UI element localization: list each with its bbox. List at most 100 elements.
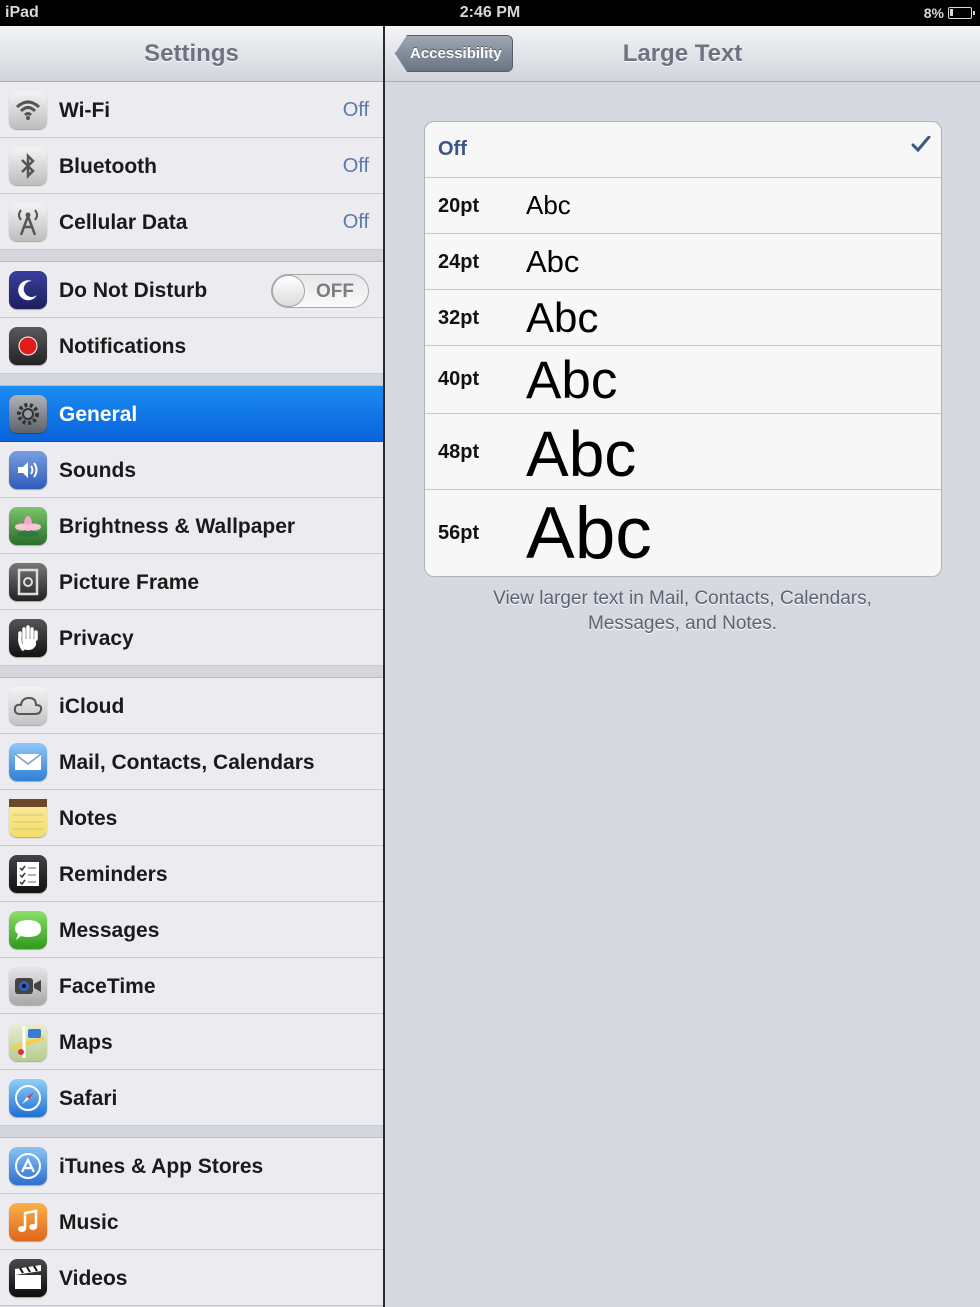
option-24pt[interactable]: 24pt Abc xyxy=(425,234,941,290)
group-separator xyxy=(0,374,383,386)
settings-row-general[interactable]: General xyxy=(0,386,383,442)
footer-caption: View larger text in Mail, Contacts, Cale… xyxy=(385,586,980,636)
settings-row-label: Notifications xyxy=(59,335,187,358)
settings-row-label: iCloud xyxy=(59,695,125,718)
settings-row-picture-frame[interactable]: Picture Frame xyxy=(0,554,383,610)
settings-row-mail-contacts-calendars[interactable]: Mail, Contacts, Calendars xyxy=(0,734,383,790)
settings-row-safari[interactable]: Safari xyxy=(0,1070,383,1126)
settings-row-notes[interactable]: Notes xyxy=(0,790,383,846)
caption-line-2: Messages, and Notes. xyxy=(587,613,778,634)
cloud-icon xyxy=(9,687,47,725)
settings-row-privacy[interactable]: Privacy xyxy=(0,610,383,666)
toggle-knob xyxy=(272,275,305,307)
settings-row-label: Wi-Fi xyxy=(59,99,111,122)
settings-row-label: Maps xyxy=(59,1031,113,1054)
settings-row-label: Music xyxy=(59,1211,119,1234)
battery-icon xyxy=(948,7,975,19)
settings-row-icloud[interactable]: iCloud xyxy=(0,678,383,734)
option-label: 32pt xyxy=(438,307,480,329)
wifi-icon xyxy=(9,91,47,129)
master-navbar: Settings xyxy=(0,26,383,82)
group-separator xyxy=(0,666,383,678)
settings-row-label: Privacy xyxy=(59,627,134,650)
option-off[interactable]: Off xyxy=(425,122,941,178)
sample-text: Abc xyxy=(526,294,599,341)
settings-row-label: Mail, Contacts, Calendars xyxy=(59,751,315,774)
settings-row-bluetooth[interactable]: Bluetooth Off xyxy=(0,138,383,194)
option-40pt[interactable]: 40pt Abc xyxy=(425,346,941,414)
settings-row-label: Bluetooth xyxy=(59,155,157,178)
settings-row-label: General xyxy=(59,403,138,426)
speaker-icon xyxy=(9,451,47,489)
option-label: 48pt xyxy=(438,441,480,463)
sample-text: Abc xyxy=(526,493,652,574)
sample-text: Abc xyxy=(526,190,571,220)
option-32pt[interactable]: 32pt Abc xyxy=(425,290,941,346)
settings-row-do-not-disturb: Do Not Disturb OFF xyxy=(0,262,383,318)
settings-row-reminders[interactable]: Reminders xyxy=(0,846,383,902)
option-label: 56pt xyxy=(438,522,480,544)
settings-row-value: Off xyxy=(342,155,369,177)
sample-text: Abc xyxy=(526,351,618,410)
music-icon xyxy=(9,1203,47,1241)
option-label: Off xyxy=(438,138,467,160)
checkmark-icon xyxy=(911,136,931,152)
notes-icon xyxy=(9,799,47,837)
settings-row-label: Picture Frame xyxy=(59,571,200,594)
battery-percent: 8% xyxy=(923,5,944,21)
caption-line-1: View larger text in Mail, Contacts, Cale… xyxy=(493,588,872,609)
settings-row-itunes-app-stores[interactable]: iTunes & App Stores xyxy=(0,1138,383,1194)
safari-icon xyxy=(9,1079,47,1117)
flower-icon xyxy=(9,507,47,545)
settings-row-value: Off xyxy=(342,211,369,233)
videos-icon xyxy=(9,1259,47,1297)
text-size-options: Off 20pt Abc 24pt Abc 32pt Abc 40pt Abc … xyxy=(424,121,942,577)
settings-master-pane: Settings Wi-Fi Off Bluetooth Off Cellula… xyxy=(0,26,383,1307)
option-label: 40pt xyxy=(438,368,480,390)
facetime-icon xyxy=(9,967,47,1005)
hand-icon xyxy=(9,619,47,657)
group-separator xyxy=(0,1126,383,1138)
mail-icon xyxy=(9,743,47,781)
settings-row-notifications[interactable]: Notifications xyxy=(0,318,383,374)
settings-row-facetime[interactable]: FaceTime xyxy=(0,958,383,1014)
page-title: Settings xyxy=(144,40,239,67)
app-store-icon xyxy=(9,1147,47,1185)
cellular-icon xyxy=(9,203,47,241)
settings-row-label: Notes xyxy=(59,807,118,830)
settings-row-value: Off xyxy=(342,99,369,121)
maps-icon xyxy=(9,1023,47,1061)
sample-text: Abc xyxy=(526,244,580,279)
option-48pt[interactable]: 48pt Abc xyxy=(425,414,941,490)
status-time: 2:46 PM xyxy=(459,4,521,21)
option-56pt[interactable]: 56pt Abc xyxy=(425,490,941,576)
picture-frame-icon xyxy=(9,563,47,601)
settings-row-maps[interactable]: Maps xyxy=(0,1014,383,1070)
detail-navbar: Accessibility Large Text xyxy=(385,26,980,82)
do-not-disturb-toggle[interactable]: OFF xyxy=(271,274,369,308)
toggle-state-label: OFF xyxy=(316,281,354,302)
settings-row-brightness-wallpaper[interactable]: Brightness & Wallpaper xyxy=(0,498,383,554)
moon-icon xyxy=(9,271,47,309)
settings-row-label: Videos xyxy=(59,1267,128,1290)
messages-icon xyxy=(9,911,47,949)
detail-title: Large Text xyxy=(622,40,743,67)
notifications-icon xyxy=(9,327,47,365)
settings-row-label: FaceTime xyxy=(59,975,156,998)
settings-row-label: Brightness & Wallpaper xyxy=(59,515,296,538)
settings-row-videos[interactable]: Videos xyxy=(0,1250,383,1306)
sample-text: Abc xyxy=(526,418,637,490)
settings-row-sounds[interactable]: Sounds xyxy=(0,442,383,498)
bluetooth-icon xyxy=(9,147,47,185)
settings-row-cellular-data[interactable]: Cellular Data Off xyxy=(0,194,383,250)
option-20pt[interactable]: 20pt Abc xyxy=(425,178,941,234)
option-label: 24pt xyxy=(438,251,480,273)
settings-row-music[interactable]: Music xyxy=(0,1194,383,1250)
settings-row-label: iTunes & App Stores xyxy=(59,1155,264,1178)
settings-row-wifi[interactable]: Wi-Fi Off xyxy=(0,82,383,138)
group-separator xyxy=(0,250,383,262)
option-label: 20pt xyxy=(438,195,480,217)
settings-row-label: Safari xyxy=(59,1087,118,1110)
settings-row-messages[interactable]: Messages xyxy=(0,902,383,958)
status-bar: iPad 2:46 PM 8% xyxy=(0,0,980,26)
